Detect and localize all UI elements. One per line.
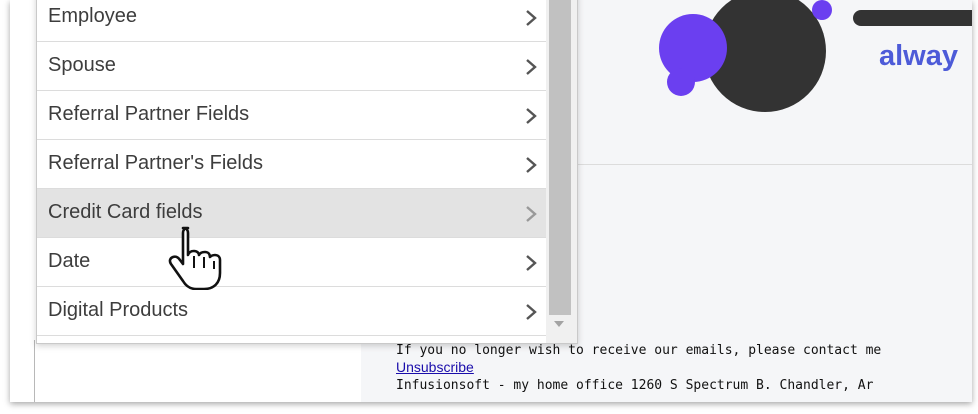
menu-item-date[interactable]: Date [37, 238, 546, 287]
logo-purple-dot-large [659, 14, 727, 82]
logo-purple-dot-top [812, 0, 832, 20]
chevron-right-icon [526, 157, 537, 173]
hand-pointer-cursor-icon [168, 226, 222, 290]
menu-item-label: Spouse [48, 54, 116, 76]
menu-item-label: Credit Card fields [48, 201, 203, 223]
merge-field-dropdown: Employee Spouse Referral Partner Fields … [36, 0, 578, 344]
footer-address: Infusionsoft - my home office 1260 S Spe… [396, 378, 874, 393]
menu-item-credit-card-fields[interactable]: Credit Card fields [37, 189, 546, 238]
menu-item-employee[interactable]: Employee [37, 0, 546, 42]
chevron-right-icon [526, 304, 537, 320]
page-border [34, 340, 35, 402]
chevron-right-icon [526, 255, 537, 271]
unsubscribe-link[interactable]: Unsubscribe [396, 359, 474, 375]
menu-item-label: Employee [48, 5, 137, 27]
scroll-down-arrow-icon[interactable] [554, 321, 564, 327]
screenshot-frame: alway If you no longer wish to receive o… [10, 0, 972, 402]
chevron-right-icon [526, 206, 537, 222]
scrollbar-thumb[interactable] [549, 0, 571, 315]
email-footer: If you no longer wish to receive our ema… [396, 342, 972, 394]
merge-field-list: Employee Spouse Referral Partner Fields … [37, 0, 546, 336]
logo-dark-bar [853, 10, 972, 26]
chevron-right-icon [526, 10, 537, 26]
dropdown-scrollbar[interactable] [546, 0, 577, 343]
logo-text: alway [879, 40, 958, 72]
logo-purple-dot-small [667, 68, 695, 96]
menu-item-digital-products[interactable]: Digital Products [37, 287, 546, 336]
menu-item-label: Referral Partner Fields [48, 103, 250, 125]
menu-item-referral-partner-fields[interactable]: Referral Partner Fields [37, 91, 546, 140]
menu-item-label: Digital Products [48, 299, 189, 321]
menu-item-label: Date [48, 250, 91, 272]
chevron-right-icon [526, 108, 537, 124]
chevron-right-icon [526, 59, 537, 75]
menu-item-referral-partners-fields[interactable]: Referral Partner's Fields [37, 140, 546, 189]
footer-unsubscribe-notice: If you no longer wish to receive our ema… [396, 343, 882, 358]
menu-item-spouse[interactable]: Spouse [37, 42, 546, 91]
menu-item-label: Referral Partner's Fields [48, 152, 263, 174]
